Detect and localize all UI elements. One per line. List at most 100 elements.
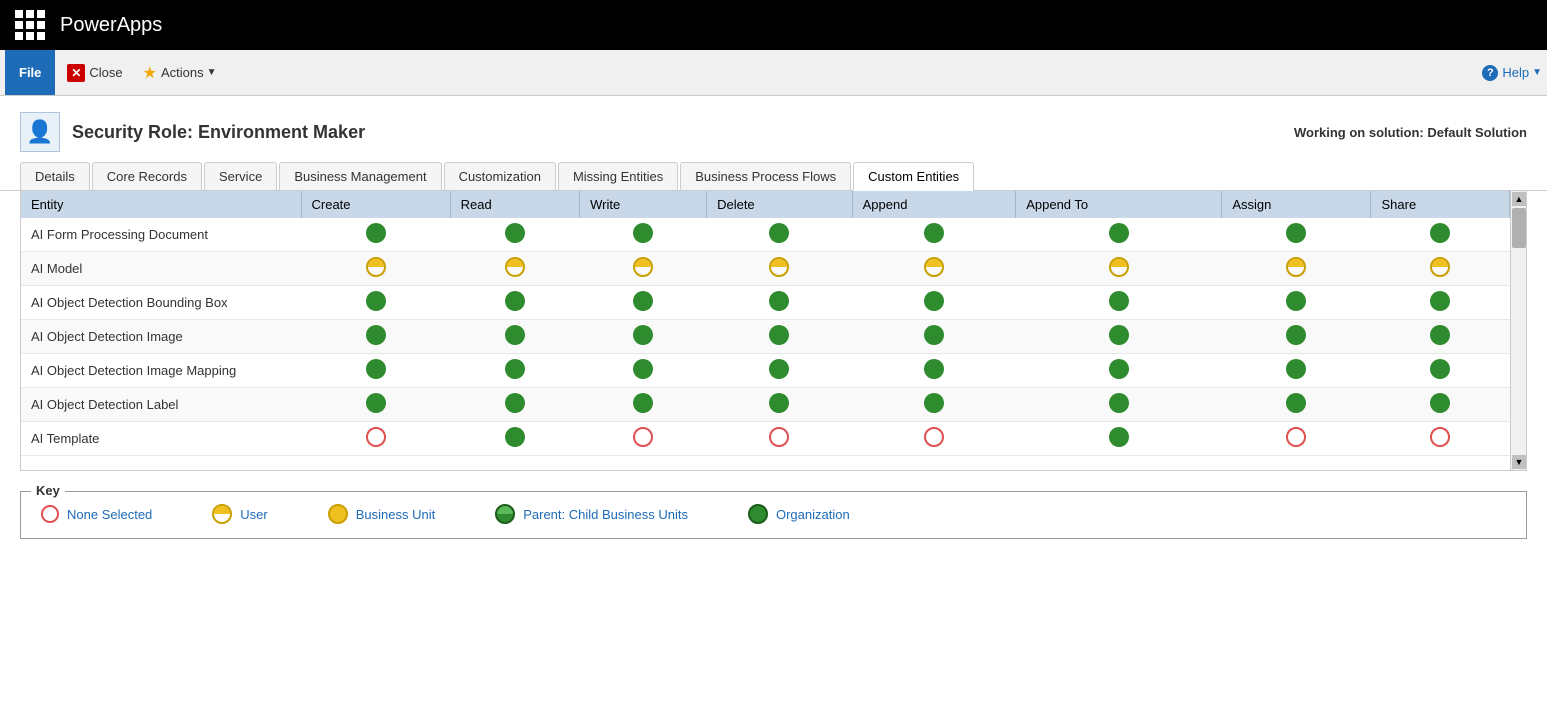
cell-read[interactable] bbox=[450, 252, 579, 286]
cell-assign[interactable] bbox=[1222, 286, 1371, 320]
waffle-grid-icon bbox=[15, 10, 45, 40]
cell-share[interactable] bbox=[1371, 218, 1510, 252]
waffle-menu[interactable] bbox=[10, 5, 50, 45]
cell-read[interactable] bbox=[450, 354, 579, 388]
table-row[interactable]: AI Object Detection Label bbox=[21, 388, 1510, 422]
cell-create[interactable] bbox=[301, 252, 450, 286]
col-append: Append bbox=[852, 191, 1016, 218]
cell-write[interactable] bbox=[580, 218, 707, 252]
cell-appendto[interactable] bbox=[1016, 218, 1222, 252]
cell-read[interactable] bbox=[450, 422, 579, 456]
actions-button[interactable]: ★ Actions ▼ bbox=[135, 59, 225, 87]
scrollbar-thumb[interactable] bbox=[1512, 208, 1526, 248]
cell-create[interactable] bbox=[301, 422, 450, 456]
cell-share[interactable] bbox=[1371, 422, 1510, 456]
cell-append[interactable] bbox=[852, 320, 1016, 354]
key-organization: Organization bbox=[748, 504, 850, 524]
cell-share[interactable] bbox=[1371, 354, 1510, 388]
cell-share[interactable] bbox=[1371, 252, 1510, 286]
cell-appendto[interactable] bbox=[1016, 422, 1222, 456]
tab-service[interactable]: Service bbox=[204, 162, 277, 190]
cell-append[interactable] bbox=[852, 354, 1016, 388]
table-row[interactable]: AI Object Detection Image bbox=[21, 320, 1510, 354]
key-none-selected: None Selected bbox=[41, 505, 152, 523]
cell-create[interactable] bbox=[301, 354, 450, 388]
cell-create[interactable] bbox=[301, 218, 450, 252]
table-row[interactable]: AI Object Detection Image Mapping bbox=[21, 354, 1510, 388]
cell-delete[interactable] bbox=[707, 422, 853, 456]
cell-appendto[interactable] bbox=[1016, 320, 1222, 354]
cell-append[interactable] bbox=[852, 388, 1016, 422]
cell-write[interactable] bbox=[580, 388, 707, 422]
cell-assign[interactable] bbox=[1222, 354, 1371, 388]
table-row[interactable]: AI Form Processing Document bbox=[21, 218, 1510, 252]
cell-appendto[interactable] bbox=[1016, 286, 1222, 320]
cell-assign[interactable] bbox=[1222, 252, 1371, 286]
cell-write[interactable] bbox=[580, 252, 707, 286]
tab-business-management[interactable]: Business Management bbox=[279, 162, 441, 190]
table-area: Entity Create Read Write Delete Append A… bbox=[20, 191, 1527, 471]
key-user-label: User bbox=[240, 507, 267, 522]
cell-delete[interactable] bbox=[707, 218, 853, 252]
cell-appendto[interactable] bbox=[1016, 354, 1222, 388]
cell-read[interactable] bbox=[450, 286, 579, 320]
cell-read[interactable] bbox=[450, 218, 579, 252]
cell-delete[interactable] bbox=[707, 388, 853, 422]
help-button[interactable]: ? Help ▼ bbox=[1482, 65, 1542, 81]
cell-assign[interactable] bbox=[1222, 388, 1371, 422]
cell-write[interactable] bbox=[580, 422, 707, 456]
cell-entity: AI Object Detection Bounding Box bbox=[21, 286, 301, 320]
user-icon bbox=[212, 504, 232, 524]
cell-write[interactable] bbox=[580, 354, 707, 388]
cell-entity: AI Template bbox=[21, 422, 301, 456]
cell-delete[interactable] bbox=[707, 320, 853, 354]
cell-create[interactable] bbox=[301, 286, 450, 320]
cell-append[interactable] bbox=[852, 422, 1016, 456]
actions-star-icon: ★ bbox=[143, 63, 157, 83]
tab-core-records[interactable]: Core Records bbox=[92, 162, 202, 190]
tab-missing-entities[interactable]: Missing Entities bbox=[558, 162, 678, 190]
key-business-unit-label: Business Unit bbox=[356, 507, 435, 522]
tab-custom-entities[interactable]: Custom Entities bbox=[853, 162, 974, 191]
tabs: Details Core Records Service Business Ma… bbox=[20, 162, 1527, 190]
cell-append[interactable] bbox=[852, 218, 1016, 252]
toolbar: File ✕ Close ★ Actions ▼ ? Help ▼ bbox=[0, 50, 1547, 96]
tab-customization[interactable]: Customization bbox=[444, 162, 556, 190]
cell-delete[interactable] bbox=[707, 354, 853, 388]
cell-appendto[interactable] bbox=[1016, 388, 1222, 422]
tab-details[interactable]: Details bbox=[20, 162, 90, 190]
cell-create[interactable] bbox=[301, 388, 450, 422]
scrollbar[interactable]: ▲ ▼ bbox=[1510, 191, 1526, 470]
table-row[interactable]: AI Model bbox=[21, 252, 1510, 286]
cell-assign[interactable] bbox=[1222, 218, 1371, 252]
cell-write[interactable] bbox=[580, 320, 707, 354]
cell-append[interactable] bbox=[852, 252, 1016, 286]
table-row[interactable]: AI Object Detection Bounding Box bbox=[21, 286, 1510, 320]
cell-write[interactable] bbox=[580, 286, 707, 320]
key-none-selected-label: None Selected bbox=[67, 507, 152, 522]
cell-read[interactable] bbox=[450, 388, 579, 422]
cell-share[interactable] bbox=[1371, 286, 1510, 320]
close-button[interactable]: ✕ Close bbox=[59, 60, 130, 86]
cell-read[interactable] bbox=[450, 320, 579, 354]
cell-share[interactable] bbox=[1371, 320, 1510, 354]
cell-append[interactable] bbox=[852, 286, 1016, 320]
cell-assign[interactable] bbox=[1222, 422, 1371, 456]
table-scroll[interactable]: Entity Create Read Write Delete Append A… bbox=[21, 191, 1510, 470]
col-share: Share bbox=[1371, 191, 1510, 218]
parent-child-icon bbox=[495, 504, 515, 524]
table-row[interactable]: AI Template bbox=[21, 422, 1510, 456]
file-button[interactable]: File bbox=[5, 50, 55, 95]
cell-create[interactable] bbox=[301, 320, 450, 354]
cell-assign[interactable] bbox=[1222, 320, 1371, 354]
cell-appendto[interactable] bbox=[1016, 252, 1222, 286]
help-chevron-icon: ▼ bbox=[1532, 67, 1542, 78]
cell-share[interactable] bbox=[1371, 388, 1510, 422]
cell-delete[interactable] bbox=[707, 252, 853, 286]
cell-entity: AI Form Processing Document bbox=[21, 218, 301, 252]
organization-icon bbox=[748, 504, 768, 524]
col-read: Read bbox=[450, 191, 579, 218]
cell-delete[interactable] bbox=[707, 286, 853, 320]
tab-business-process-flows[interactable]: Business Process Flows bbox=[680, 162, 851, 190]
solution-text: Working on solution: Default Solution bbox=[1294, 125, 1527, 140]
